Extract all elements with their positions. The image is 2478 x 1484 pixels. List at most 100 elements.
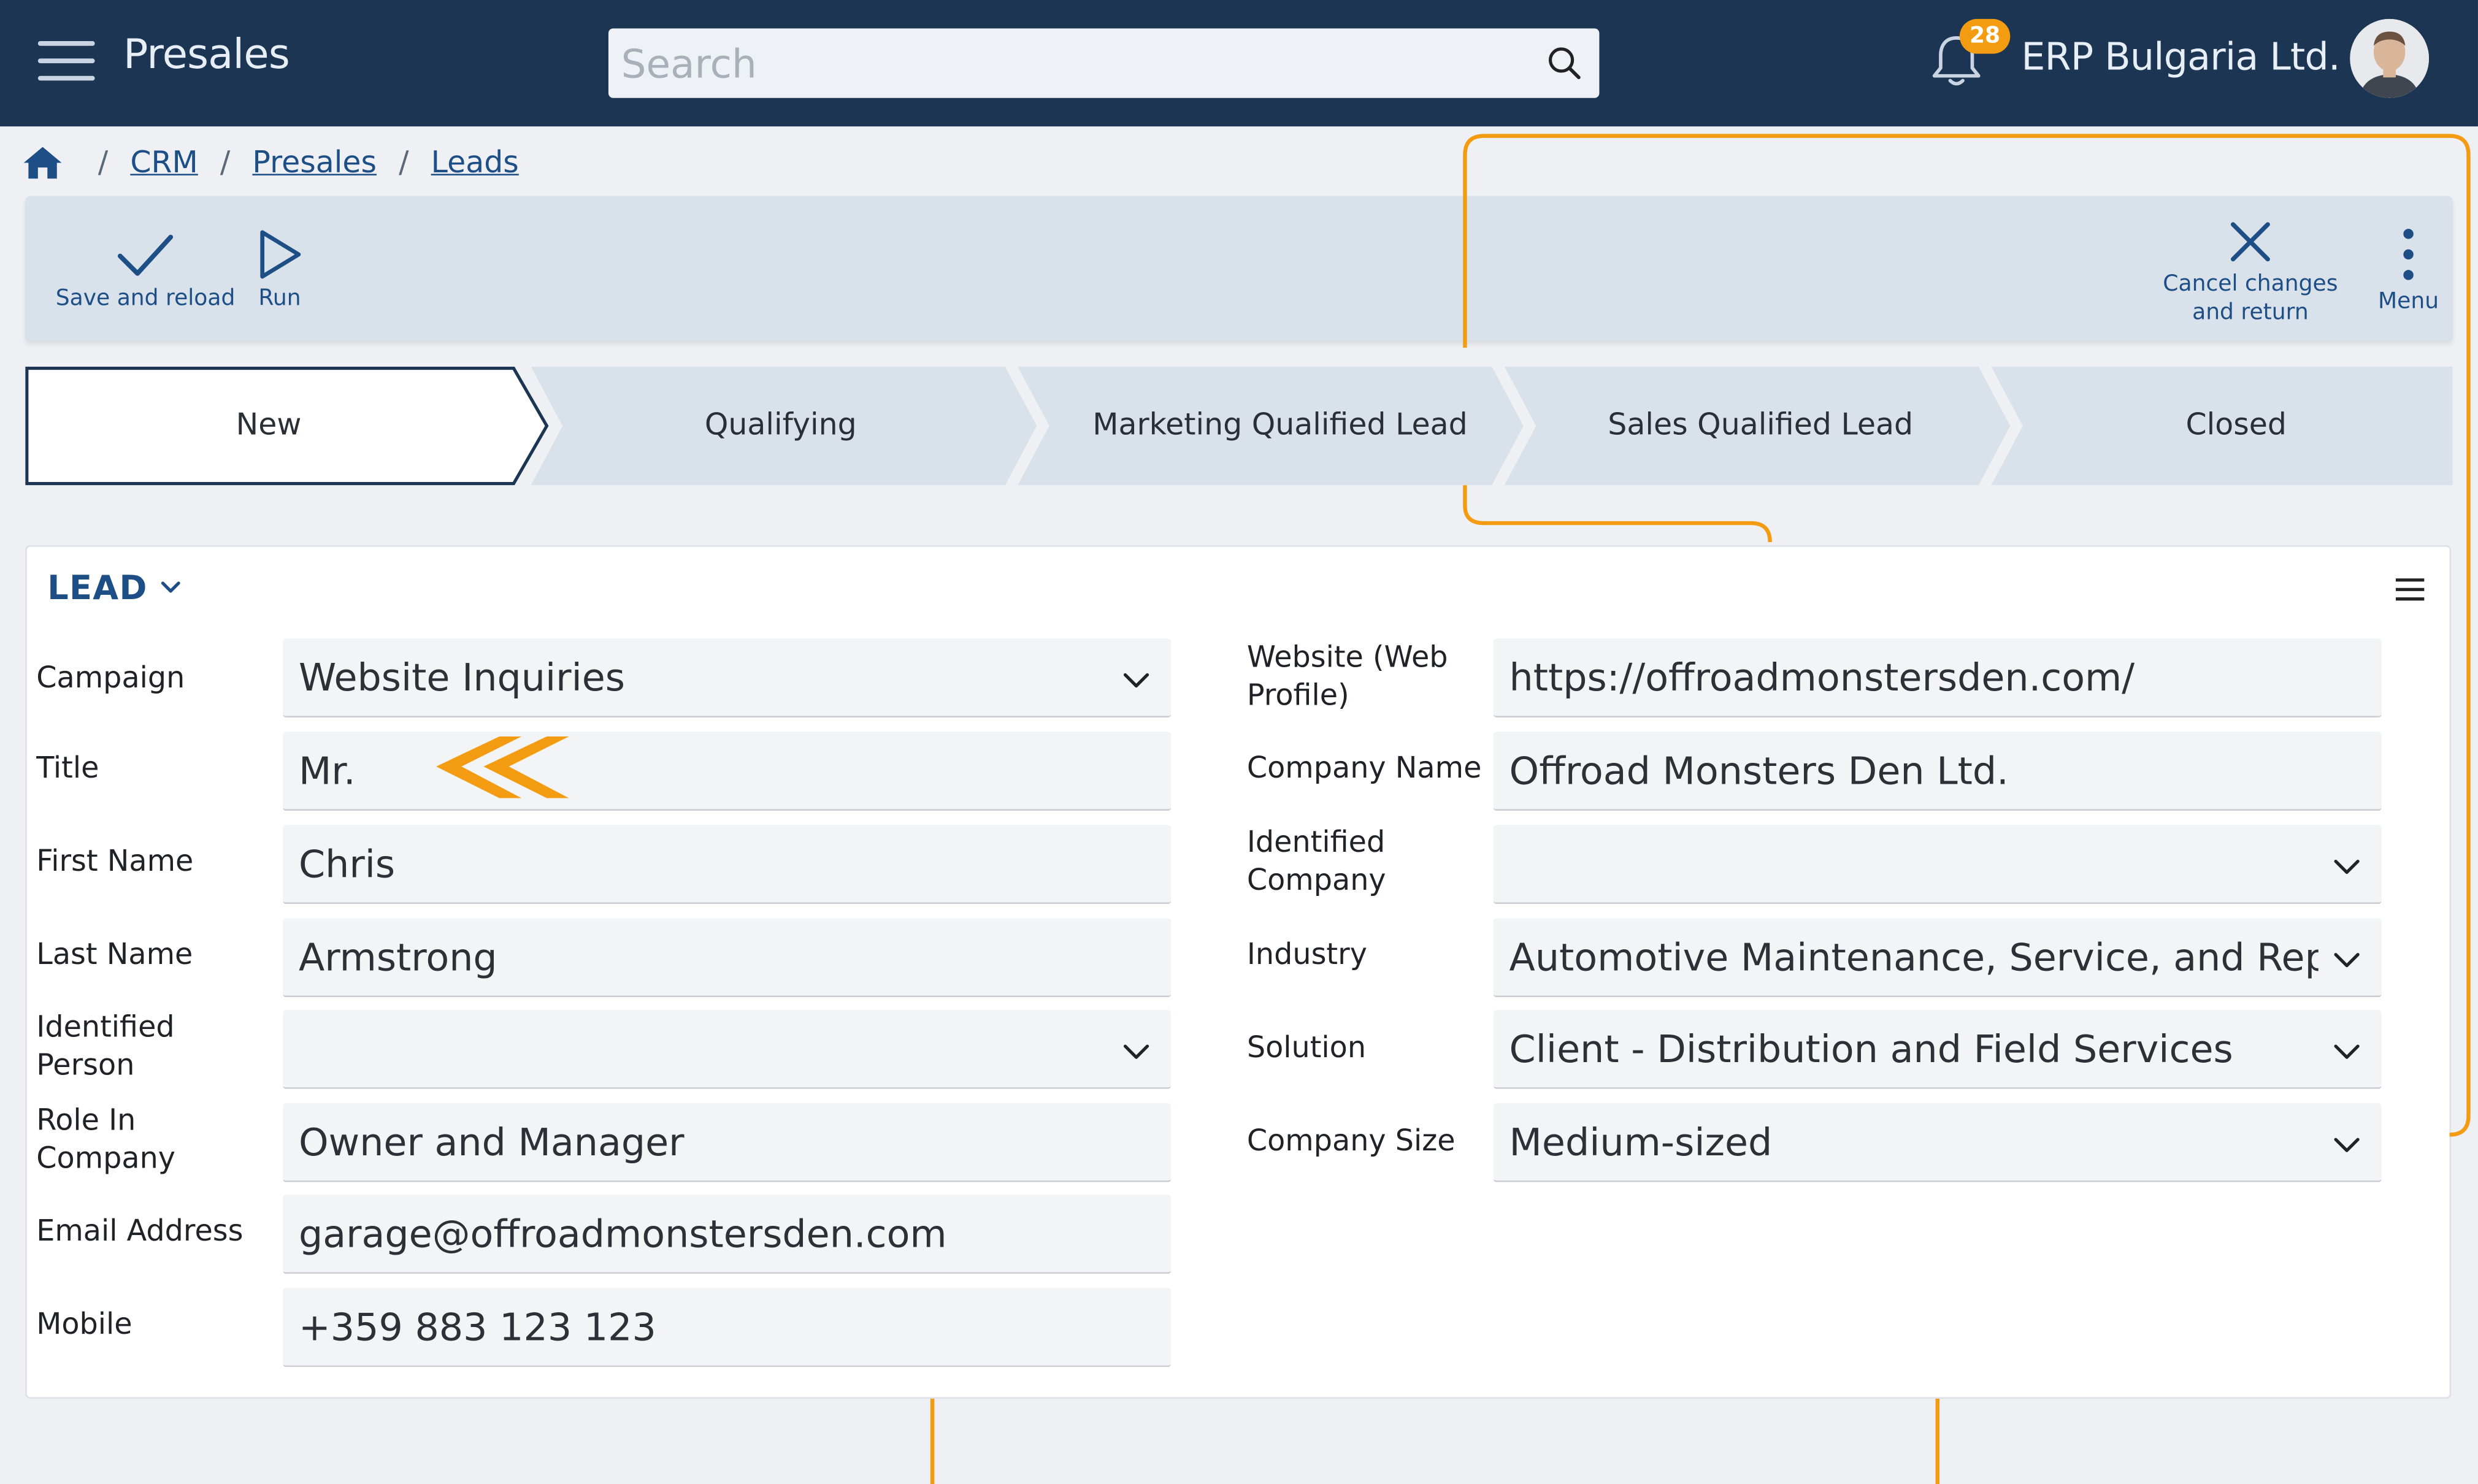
cancel-changes-button[interactable]: Cancel changes and return <box>2152 218 2348 327</box>
identified-person-label-line1: Identified <box>36 1011 175 1045</box>
app-title: Presales <box>123 31 290 79</box>
first-name-input[interactable]: Chris <box>283 825 1172 905</box>
chevron-down-icon <box>2334 859 2360 874</box>
role-in-company-label-line1: Role In <box>36 1104 136 1138</box>
industry-select[interactable]: Automotive Maintenance, Service, and Rep… <box>1493 918 2382 998</box>
identified-person-value <box>299 1010 1108 1089</box>
breadcrumb-presales[interactable]: Presales <box>252 145 377 180</box>
chevron-down-icon <box>2334 953 2360 968</box>
chevron-down-icon <box>2334 1138 2360 1152</box>
notification-badge[interactable]: 28 <box>1959 18 2011 54</box>
chevron-down-icon <box>1123 673 1149 688</box>
play-icon <box>260 230 301 279</box>
hamburger-menu-icon[interactable] <box>37 38 95 82</box>
lead-section-toggle[interactable]: LEAD <box>47 569 182 607</box>
stage-sales-qualified-lead[interactable]: Sales Qualified Lead <box>1524 367 1998 485</box>
search-box <box>608 28 1600 98</box>
role-in-company-label: Role In Company <box>36 1103 175 1179</box>
last-name-value: Armstrong <box>298 935 497 980</box>
title-value: Mr. <box>298 749 356 794</box>
website-input[interactable]: https://offroadmonstersden.com/ <box>1493 638 2382 718</box>
company-size-value: Medium-sized <box>1509 1120 1773 1165</box>
stage-path: New Qualifying Marketing Qualified Lead … <box>25 366 2453 486</box>
first-name-value: Chris <box>298 842 396 887</box>
menu-label: Menu <box>2378 289 2439 315</box>
stage-closed[interactable]: Closed <box>2010 367 2462 485</box>
company-name-value: Offroad Monsters Den Ltd. <box>1509 749 2009 794</box>
cancel-label-line1: Cancel changes <box>2163 272 2338 297</box>
close-icon <box>2230 222 2270 262</box>
run-label: Run <box>258 286 301 312</box>
company-name[interactable]: ERP Bulgaria Ltd. <box>2021 35 2340 79</box>
chevron-down-icon <box>1123 1044 1149 1059</box>
mobile-label: Mobile <box>36 1308 132 1342</box>
industry-value: Automotive Maintenance, Service, and Rep… <box>1509 935 2319 980</box>
role-in-company-input[interactable]: Owner and Manager <box>283 1103 1172 1182</box>
solution-select[interactable]: Client - Distribution and Field Services <box>1493 1009 2382 1089</box>
role-in-company-label-line2: Company <box>36 1142 176 1176</box>
email-address-input[interactable]: garage@offroadmonstersden.com <box>283 1195 1172 1274</box>
company-size-select[interactable]: Medium-sized <box>1493 1103 2382 1182</box>
mobile-value: +359 883 123 123 <box>298 1305 656 1350</box>
website-label: Website (Web Profile) <box>1247 640 1448 716</box>
company-size-label: Company Size <box>1246 1125 1456 1159</box>
stage-qualifying[interactable]: Qualifying <box>543 367 1018 485</box>
stage-new[interactable]: New <box>25 367 512 485</box>
title-input[interactable]: Mr. <box>283 732 1172 811</box>
checkmark-icon <box>117 234 174 276</box>
company-name-label: Company Name <box>1246 752 1482 786</box>
title-label: Title <box>36 752 99 786</box>
role-in-company-value: Owner and Manager <box>298 1120 685 1165</box>
solution-value: Client - Distribution and Field Services <box>1509 1027 2233 1072</box>
website-label-line2: Profile) <box>1246 679 1349 713</box>
breadcrumb: / CRM / Presales / Leads <box>22 139 519 186</box>
identified-person-select[interactable] <box>283 1009 1172 1089</box>
top-bar: Presales 28 ERP Bulgaria Ltd. <box>0 0 2478 127</box>
campaign-select[interactable]: Website Inquiries <box>283 638 1172 718</box>
avatar[interactable] <box>2350 18 2430 98</box>
identified-company-label-line2: Company <box>1246 864 1386 898</box>
run-button[interactable]: Run <box>247 228 313 313</box>
last-name-input[interactable]: Armstrong <box>283 918 1172 998</box>
identified-company-label-line1: Identified <box>1246 826 1386 860</box>
website-label-line1: Website (Web <box>1246 641 1448 675</box>
last-name-label: Last Name <box>36 938 193 972</box>
hamburger-icon[interactable] <box>2393 575 2428 603</box>
home-icon[interactable] <box>22 144 63 182</box>
more-vertical-icon <box>2403 229 2414 280</box>
website-value: https://offroadmonstersden.com/ <box>1509 656 2135 700</box>
campaign-label: Campaign <box>36 662 185 695</box>
page: Presales 28 ERP Bulgaria Ltd. <box>0 0 2478 1484</box>
industry-label: Industry <box>1246 938 1367 972</box>
stage-marketing-qualified-lead[interactable]: Marketing Qualified Lead <box>1037 367 1524 485</box>
cancel-label-line2: and return <box>2192 300 2309 326</box>
chevron-down-icon <box>2334 1044 2360 1059</box>
mobile-input[interactable]: +359 883 123 123 <box>283 1288 1172 1367</box>
email-address-value: garage@offroadmonstersden.com <box>298 1212 947 1256</box>
breadcrumb-separator: / <box>220 145 231 180</box>
company-name-input[interactable]: Offroad Monsters Den Ltd. <box>1493 732 2382 811</box>
highlight-connector-path <box>1463 485 1772 543</box>
first-name-label: First Name <box>36 845 194 879</box>
menu-button[interactable]: Menu <box>2368 228 2450 316</box>
save-and-reload-button[interactable]: Save and reload <box>38 231 253 313</box>
breadcrumb-leads[interactable]: Leads <box>431 145 519 180</box>
identified-company-select[interactable] <box>1493 825 2382 905</box>
search-icon[interactable] <box>1546 44 1584 82</box>
identified-company-value <box>1509 825 2319 904</box>
save-and-reload-label: Save and reload <box>55 286 236 312</box>
identified-company-label: Identified Company <box>1247 825 1386 901</box>
user-avatar-icon <box>2350 18 2430 98</box>
breadcrumb-separator: / <box>399 145 409 180</box>
action-toolbar: Save and reload Run Cancel changes and r… <box>25 196 2453 342</box>
lead-card: LEAD Campaign Website Inquiries Title Mr… <box>25 545 2452 1399</box>
breadcrumb-separator: / <box>98 145 109 180</box>
lead-section-title: LEAD <box>47 568 148 607</box>
breadcrumb-crm[interactable]: CRM <box>130 145 198 180</box>
solution-label: Solution <box>1246 1031 1367 1066</box>
identified-person-label-line2: Person <box>36 1049 135 1083</box>
email-address-label: Email Address <box>36 1215 244 1249</box>
campaign-value: Website Inquiries <box>298 656 626 700</box>
search-input[interactable] <box>608 28 1525 98</box>
chevron-down-icon <box>161 581 181 593</box>
